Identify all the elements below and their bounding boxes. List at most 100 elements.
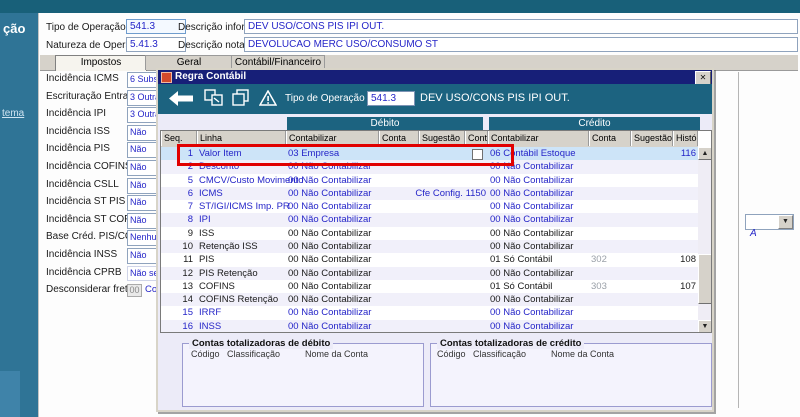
grid-column-header[interactable]: Sugestão xyxy=(631,131,673,146)
grid-vertical-scrollbar[interactable]: ▲ ▼ xyxy=(698,147,712,333)
field-label-5: Incidência PIS xyxy=(46,143,110,154)
tipo-operacao-input[interactable]: 541.3 xyxy=(126,19,186,34)
grid-row-10[interactable]: 10Retenção ISS00 Não Contabilizar00 Não … xyxy=(161,240,698,253)
grid-column-header[interactable]: Seq. xyxy=(161,131,197,146)
warning-triangle-icon[interactable] xyxy=(259,90,277,106)
grid-cell: 00 Não Contabilizar xyxy=(490,213,588,226)
field-combo-value: Não xyxy=(130,197,147,207)
grid-cell: 00 Não Contabilizar xyxy=(490,306,588,319)
dialog-titlebar[interactable]: Regra Contábil ✕ xyxy=(158,70,712,84)
regra-contabil-dialog: Regra Contábil ✕ Tipo de Operação 541.3 … xyxy=(156,68,714,412)
grid-cell: 10 xyxy=(161,240,193,253)
natureza-operacao-input[interactable]: 5.41.3 xyxy=(126,37,186,52)
grid-column-header[interactable]: Contabilizar xyxy=(488,131,589,146)
grid-cell: 302 xyxy=(591,253,631,266)
field-label-1: Incidência ICMS xyxy=(46,73,119,84)
credito-col-nome-conta: Nome da Conta xyxy=(551,349,614,359)
app-window: ção tema Tipo de Operação 541.3 Natureza… xyxy=(0,0,800,417)
cont-fin-checkbox[interactable] xyxy=(472,149,483,160)
field-label-12: Incidência CPRB xyxy=(46,267,122,278)
grid-cell: 1 xyxy=(161,147,193,160)
grid-cell: 8 xyxy=(161,213,193,226)
scroll-up-icon[interactable]: ▲ xyxy=(698,147,712,160)
grid-cell: 00 Não Contabilizar xyxy=(490,227,588,240)
debito-col-nome-conta: Nome da Conta xyxy=(305,349,368,359)
grid-row-16[interactable]: 16INSS00 Não Contabilizar00 Não Contabil… xyxy=(161,320,698,333)
grid-row-1[interactable]: 1Valor Item03 Empresa06 Contábil Estoque… xyxy=(161,147,698,160)
dialog-tipo-operacao-label: Tipo de Operação xyxy=(285,93,365,104)
grid-header-row: Seq.LinhaContabilizarContaSugestãoCont. … xyxy=(161,131,698,148)
grid-row-6[interactable]: 6ICMS00 Não ContabilizarCfe Config. 1150… xyxy=(161,187,698,200)
sidebar-divider xyxy=(38,13,39,417)
descricao-nota-fiscal-input[interactable]: DEVOLUCAO MERC USO/CONSUMO ST xyxy=(244,37,798,52)
grid-row-11[interactable]: 11PIS00 Não Contabilizar01 Só Contábil30… xyxy=(161,253,698,266)
regra-contabil-grid: Seq.LinhaContabilizarContaSugestãoCont. … xyxy=(160,130,712,333)
grid-cell: 15 xyxy=(161,306,193,319)
grid-column-header[interactable]: Linha xyxy=(197,131,286,146)
field-code-box: 00 xyxy=(127,284,142,297)
grid-row-2[interactable]: 2Desconto00 Não Contabilizar00 Não Conta… xyxy=(161,160,698,173)
field-label-2: Escrituração Entrada xyxy=(46,91,139,102)
debito-col-classificacao: Classificação xyxy=(227,349,280,359)
copy-rule-icon[interactable] xyxy=(204,89,223,106)
back-arrow-icon[interactable] xyxy=(169,91,193,106)
grid-cell: 00 Não Contabilizar xyxy=(490,267,588,280)
grid-cell: 00 Não Contabilizar xyxy=(288,320,380,333)
scrollbar-thumb[interactable] xyxy=(698,254,712,304)
grid-cell: ICMS xyxy=(199,187,285,200)
grid-row-7[interactable]: 7ST/IGI/ICMS Imp. PR00 Não Contabilizar0… xyxy=(161,200,698,213)
grid-column-header[interactable]: Conta xyxy=(589,131,631,146)
copy-pages-icon[interactable] xyxy=(232,89,251,106)
grid-row-9[interactable]: 9ISS00 Não Contabilizar00 Não Contabiliz… xyxy=(161,227,698,240)
tab-impostos[interactable]: Impostos xyxy=(55,55,147,71)
grid-cell: INSS xyxy=(199,320,285,333)
grid-row-13[interactable]: 13COFINS00 Não Contabilizar01 Só Contábi… xyxy=(161,280,698,293)
field-combo-value: Não xyxy=(130,180,147,190)
totalizer-credito-title: Contas totalizadoras de crédito xyxy=(437,338,584,349)
grid-column-header[interactable]: Histórico xyxy=(673,131,698,146)
grid-cell: 00 Não Contabilizar xyxy=(490,320,588,333)
grid-cell: 00 Não Contabilizar xyxy=(490,187,588,200)
grid-row-14[interactable]: 14COFINS Retenção00 Não Contabilizar00 N… xyxy=(161,293,698,306)
totalizer-debito-box: Contas totalizadoras de débito Código Cl… xyxy=(182,343,424,407)
close-icon[interactable]: ✕ xyxy=(695,71,711,85)
grid-column-header[interactable]: Contabilizar xyxy=(286,131,379,146)
chevron-down-icon[interactable]: ▼ xyxy=(778,215,793,229)
grid-column-header[interactable]: Sugestão xyxy=(419,131,465,146)
grid-cell: 00 Não Contabilizar xyxy=(288,306,380,319)
grid-cell: 14 xyxy=(161,293,193,306)
descricao-informativa-input[interactable]: DEV USO/CONS PIS IPI OUT. xyxy=(244,19,798,34)
sidebar-title-fragment: ção xyxy=(3,21,25,36)
field-combo-value: Não xyxy=(130,162,147,172)
grid-cell: 00 Não Contabilizar xyxy=(490,293,588,306)
field-label-11: Incidência INSS xyxy=(46,249,117,260)
grid-cell: 00 Não Contabilizar xyxy=(490,160,588,173)
grid-cell: 00 Não Contabilizar xyxy=(288,293,380,306)
grid-cell: 00 Não Contabilizar xyxy=(490,200,588,213)
app-icon xyxy=(161,72,172,83)
grid-row-5[interactable]: 5CMCV/Custo Movimento00 Não Contabilizar… xyxy=(161,174,698,187)
grid-column-header[interactable]: Cont. Fin xyxy=(465,131,488,146)
grid-cell: 13 xyxy=(161,280,193,293)
grid-row-15[interactable]: 15IRRF00 Não Contabilizar00 Não Contabil… xyxy=(161,306,698,319)
totalizer-debito-title: Contas totalizadoras de débito xyxy=(189,338,333,349)
dialog-tipo-operacao-input[interactable]: 541.3 xyxy=(367,91,415,106)
grid-cell: 2 xyxy=(161,160,193,173)
grid-cell: ISS xyxy=(199,227,285,240)
grid-cell: 16 xyxy=(161,320,193,333)
scroll-down-icon[interactable]: ▼ xyxy=(698,320,712,333)
grid-cell: 01 Só Contábil xyxy=(490,280,588,293)
grid-column-header[interactable]: Conta xyxy=(379,131,419,146)
grid-cell: Retenção ISS xyxy=(199,240,285,253)
grid-cell: PIS xyxy=(199,253,285,266)
grid-row-12[interactable]: 12PIS Retenção00 Não Contabilizar00 Não … xyxy=(161,267,698,280)
grid-row-8[interactable]: 8IPI00 Não Contabilizar00 Não Contabiliz… xyxy=(161,213,698,226)
sidebar-link-tema[interactable]: tema xyxy=(2,108,24,119)
grid-cell: 00 Não Contabilizar xyxy=(288,187,380,200)
totalizer-credito-box: Contas totalizadoras de crédito Código C… xyxy=(430,343,712,407)
grid-cell: Cfe Config. 1150 xyxy=(401,187,486,200)
grid-cell: 116 xyxy=(661,147,696,160)
grid-cell: 00 Não Contabilizar xyxy=(288,200,380,213)
background-panel-edge xyxy=(738,72,739,408)
grid-cell: 00 Não Contabilizar xyxy=(288,160,380,173)
